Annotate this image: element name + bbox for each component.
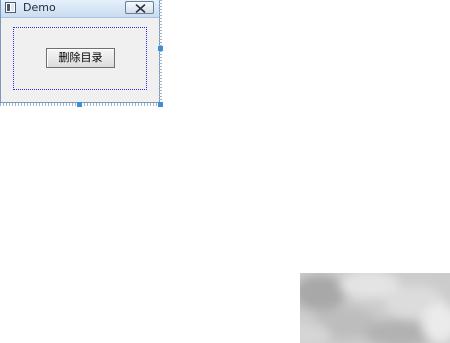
layout-container: 删除目录 (13, 27, 147, 90)
resize-handle-right[interactable] (158, 46, 163, 51)
blurred-thumbnail (300, 273, 450, 343)
window-client-area: 删除目录 (1, 18, 159, 102)
window-title: Demo (23, 1, 56, 14)
delete-directory-button[interactable]: 删除目录 (46, 48, 115, 68)
form-edge-right (159, 0, 162, 103)
resize-handle-corner[interactable] (158, 102, 163, 107)
resize-handle-bottom[interactable] (77, 102, 82, 107)
window-icon (5, 2, 16, 13)
close-icon (135, 4, 146, 13)
demo-window: Demo 删除目录 (0, 0, 160, 103)
designer-canvas: Demo 删除目录 (0, 0, 450, 343)
title-bar: Demo (1, 0, 159, 18)
close-button[interactable] (125, 1, 154, 14)
